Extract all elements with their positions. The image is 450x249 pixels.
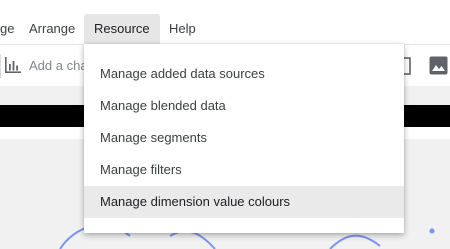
image-icon[interactable] [429, 56, 448, 75]
manage-data-sources-item[interactable]: Manage added data sources [84, 58, 404, 90]
add-chart-button[interactable]: Add a cha [29, 45, 88, 86]
chart-line-middle [169, 230, 216, 249]
manage-blended-data-item[interactable]: Manage blended data [84, 90, 404, 122]
manage-filters-item[interactable]: Manage filters [84, 154, 404, 186]
menu-arrange[interactable]: Arrange [22, 14, 82, 44]
menu-bar: ge Arrange Resource Help [0, 0, 450, 44]
chart-line-right [329, 234, 381, 249]
resource-dropdown-menu: Manage added data sources Manage blended… [84, 44, 404, 233]
manage-segments-item[interactable]: Manage segments [84, 122, 404, 154]
menu-page[interactable]: ge [0, 14, 18, 44]
chart-point [429, 228, 435, 234]
bar-chart-icon[interactable] [4, 56, 22, 74]
toolbar-separator [0, 54, 1, 78]
menu-resource[interactable]: Resource [84, 14, 160, 44]
manage-dimension-colours-item[interactable]: Manage dimension value colours [84, 186, 404, 218]
menu-help[interactable]: Help [161, 14, 204, 44]
